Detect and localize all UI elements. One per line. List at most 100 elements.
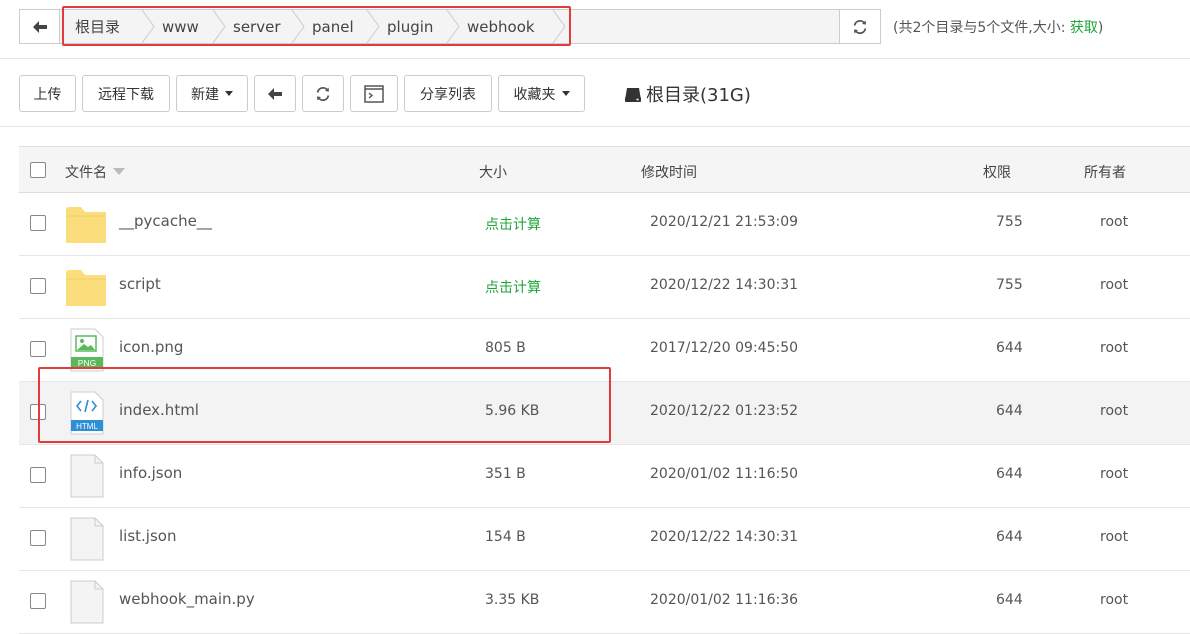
table-row[interactable]: script 点击计算 2020/12/22 14:30:31 755 root xyxy=(19,256,1190,319)
refresh-icon xyxy=(853,19,867,34)
folder-icon xyxy=(66,270,106,306)
calculate-size-link[interactable]: 点击计算 xyxy=(485,214,541,234)
file-permission[interactable]: 755 xyxy=(996,277,1023,293)
file-size: 3.35 KB xyxy=(485,592,540,608)
file-name[interactable]: webhook_main.py xyxy=(119,590,255,608)
upload-button[interactable]: 上传 xyxy=(19,75,76,112)
disk-selector[interactable]: 根目录(31G) xyxy=(624,80,751,108)
table-row[interactable]: webhook_main.py 3.35 KB 2020/01/02 11:16… xyxy=(19,571,1190,634)
file-mtime: 2020/01/02 11:16:36 xyxy=(650,592,799,608)
new-dropdown-label: 新建 xyxy=(191,86,219,103)
breadcrumb-item-plugin[interactable]: plugin xyxy=(372,10,460,43)
column-header-name[interactable]: 文件名 xyxy=(65,162,125,182)
file-icon xyxy=(70,517,104,561)
table-row[interactable]: __pycache__ 点击计算 2020/12/21 21:53:09 755… xyxy=(19,193,1190,256)
new-dropdown-button[interactable]: 新建 xyxy=(176,75,248,112)
back-button[interactable] xyxy=(254,75,296,112)
file-mtime: 2020/12/21 21:53:09 xyxy=(650,214,799,230)
file-owner[interactable]: root xyxy=(1100,214,1128,230)
file-owner[interactable]: root xyxy=(1100,529,1128,545)
file-owner[interactable]: root xyxy=(1100,340,1128,356)
file-permission[interactable]: 644 xyxy=(996,466,1023,482)
file-size: 805 B xyxy=(485,340,526,356)
row-checkbox[interactable] xyxy=(30,593,46,609)
directory-summary-text: (共2个目录与5个文件,大小: xyxy=(893,20,1070,36)
table-header: 文件名 大小 修改时间 权限 所有者 xyxy=(19,146,1190,193)
remote-download-button-label: 远程下载 xyxy=(98,86,154,103)
file-name[interactable]: __pycache__ xyxy=(119,212,212,230)
breadcrumb-item-root[interactable]: 根目录 xyxy=(60,10,155,43)
favorites-dropdown-button[interactable]: 收藏夹 xyxy=(498,75,585,112)
caret-down-icon xyxy=(561,91,570,96)
file-mtime: 2020/12/22 14:30:31 xyxy=(650,529,799,545)
share-list-button[interactable]: 分享列表 xyxy=(404,75,492,112)
share-list-button-label: 分享列表 xyxy=(420,86,476,103)
path-refresh-button[interactable] xyxy=(839,10,880,43)
path-back-button[interactable] xyxy=(20,10,60,43)
breadcrumb-separator-icon xyxy=(366,10,380,43)
breadcrumb-item-webhook[interactable]: webhook xyxy=(452,10,566,43)
file-owner[interactable]: root xyxy=(1100,592,1128,608)
file-mtime: 2020/01/02 11:16:50 xyxy=(650,466,799,482)
column-header-owner: 所有者 xyxy=(1084,165,1126,181)
table-row[interactable]: HTML index.html 5.96 KB 2020/12/22 01:23… xyxy=(19,382,1190,445)
refresh-button[interactable] xyxy=(302,75,344,112)
refresh-icon xyxy=(316,86,330,101)
file-permission[interactable]: 644 xyxy=(996,340,1023,356)
file-name[interactable]: script xyxy=(119,275,161,293)
file-owner[interactable]: root xyxy=(1100,466,1128,482)
breadcrumb-separator-icon xyxy=(552,10,566,43)
column-header-name-label: 文件名 xyxy=(65,165,107,181)
file-mtime: 2020/12/22 14:30:31 xyxy=(650,277,799,293)
file-name[interactable]: list.json xyxy=(119,527,176,545)
file-size: 5.96 KB xyxy=(485,403,540,419)
breadcrumb-label: 根目录 xyxy=(75,18,121,36)
disk-label: 根目录(31G) xyxy=(646,85,751,106)
file-owner[interactable]: root xyxy=(1100,403,1128,419)
column-header-mtime[interactable]: 修改时间 xyxy=(641,162,697,182)
table-row[interactable]: PNG icon.png 805 B 2017/12/20 09:45:50 6… xyxy=(19,319,1190,382)
select-all-checkbox[interactable] xyxy=(30,162,46,178)
fetch-size-link[interactable]: 获取 xyxy=(1070,20,1098,36)
breadcrumb-item-server[interactable]: server xyxy=(218,10,305,43)
file-icon xyxy=(70,454,104,498)
file-permission[interactable]: 644 xyxy=(996,529,1023,545)
terminal-button[interactable] xyxy=(350,75,398,112)
breadcrumb-item-panel[interactable]: panel xyxy=(297,10,380,43)
file-name[interactable]: info.json xyxy=(119,464,182,482)
file-name[interactable]: index.html xyxy=(119,401,199,419)
row-checkbox[interactable] xyxy=(30,467,46,483)
file-name[interactable]: icon.png xyxy=(119,338,183,356)
calculate-size-link[interactable]: 点击计算 xyxy=(485,277,541,297)
file-mtime: 2020/12/22 01:23:52 xyxy=(650,403,799,419)
row-checkbox[interactable] xyxy=(30,278,46,294)
breadcrumb-label: www xyxy=(162,17,199,36)
arrow-left-icon xyxy=(32,20,47,33)
caret-down-icon xyxy=(225,91,233,96)
row-checkbox[interactable] xyxy=(30,404,46,420)
file-size: 351 B xyxy=(485,466,526,482)
table-row[interactable]: list.json 154 B 2020/12/22 14:30:31 644 … xyxy=(19,508,1190,571)
path-bar: 根目录 www server panel plugin webhook xyxy=(19,9,881,44)
terminal-icon xyxy=(364,84,384,103)
file-size: 154 B xyxy=(485,529,526,545)
file-permission[interactable]: 644 xyxy=(996,403,1023,419)
file-mtime: 2017/12/20 09:45:50 xyxy=(650,340,799,356)
breadcrumb-label: plugin xyxy=(387,17,434,36)
file-owner[interactable]: root xyxy=(1100,277,1128,293)
column-header-size[interactable]: 大小 xyxy=(479,162,507,182)
remote-download-button[interactable]: 远程下载 xyxy=(82,75,170,112)
row-checkbox[interactable] xyxy=(30,215,46,231)
breadcrumb-item-www[interactable]: www xyxy=(147,10,226,43)
table-row[interactable]: info.json 351 B 2020/01/02 11:16:50 644 … xyxy=(19,445,1190,508)
upload-button-label: 上传 xyxy=(33,86,62,103)
row-checkbox[interactable] xyxy=(30,341,46,357)
file-table: 文件名 大小 修改时间 权限 所有者 __pycache__ 点击计算 2020… xyxy=(19,146,1190,634)
hard-drive-icon xyxy=(625,88,641,102)
png-file-icon: PNG xyxy=(70,328,104,372)
row-checkbox[interactable] xyxy=(30,530,46,546)
file-permission[interactable]: 755 xyxy=(996,214,1023,230)
svg-text:HTML: HTML xyxy=(76,422,98,431)
file-permission[interactable]: 644 xyxy=(996,592,1023,608)
column-header-permission: 权限 xyxy=(983,165,1011,181)
